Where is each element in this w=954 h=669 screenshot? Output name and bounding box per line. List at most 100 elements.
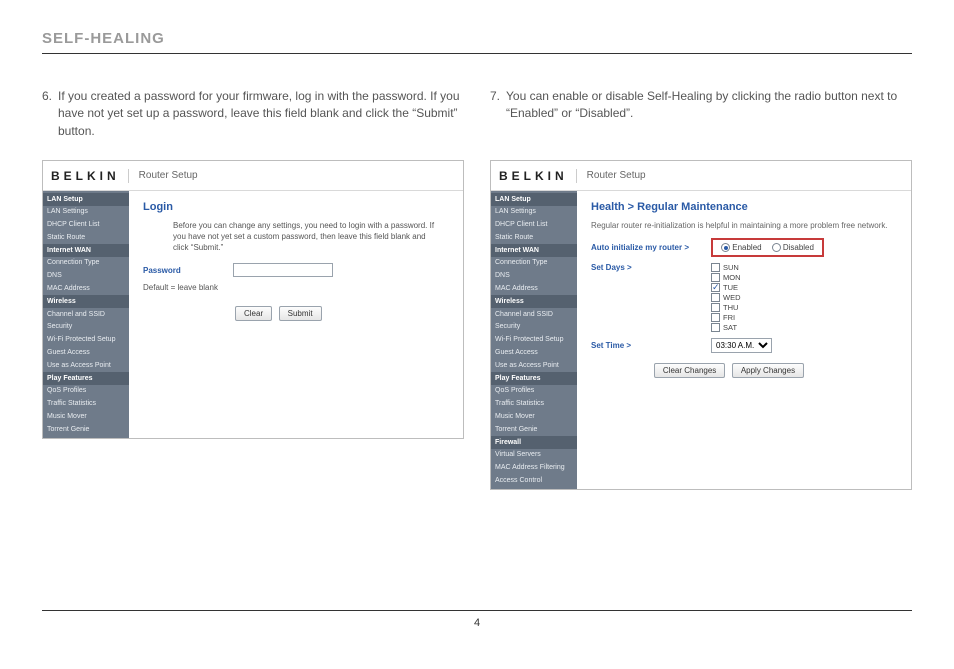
set-days-label: Set Days > [591, 263, 711, 272]
button-row: Clear Changes Apply Changes [591, 363, 897, 378]
sidebar-item[interactable]: DNS [43, 270, 129, 283]
sidebar-item[interactable]: Torrent Genie [43, 423, 129, 436]
sidebar-item[interactable]: Use as Access Point [491, 359, 577, 372]
sidebar-item[interactable]: Channel and SSID [491, 308, 577, 321]
disabled-label: Disabled [783, 243, 814, 252]
day-label: SAT [723, 323, 737, 332]
day-checkbox[interactable]: SAT [711, 323, 741, 332]
sidebar-header: LAN Setup [43, 193, 129, 206]
step-text: If you created a password for your firmw… [58, 88, 464, 142]
password-input[interactable] [233, 263, 333, 277]
step-number: 6. [42, 88, 58, 142]
column-right: 7. You can enable or disable Self-Healin… [490, 88, 912, 490]
radio-icon [772, 243, 781, 252]
sidebar-item[interactable]: Torrent Genie [491, 423, 577, 436]
sidebar-item[interactable]: DHCP Client List [43, 219, 129, 232]
clear-button[interactable]: Clear [235, 306, 272, 321]
time-select[interactable]: 03:30 A.M. [711, 338, 772, 353]
screenshot-self-healing: BELKIN Router Setup LAN SetupLAN Setting… [490, 160, 912, 490]
login-description: Before you can change any settings, you … [173, 221, 443, 253]
checkbox-icon [711, 273, 720, 282]
sidebar-item[interactable]: Music Mover [491, 411, 577, 424]
sidebar-header: Wireless [43, 295, 129, 308]
sidebar-item[interactable]: DHCP Client List [491, 219, 577, 232]
step-number: 7. [490, 88, 506, 142]
password-label: Password [143, 266, 233, 275]
day-checkbox[interactable]: FRI [711, 313, 741, 322]
sidebar-item[interactable]: DNS [491, 270, 577, 283]
sidebar-header: Firewall [491, 436, 577, 449]
checkbox-icon [711, 293, 720, 302]
clear-changes-button[interactable]: Clear Changes [654, 363, 725, 378]
sidebar: LAN SetupLAN SettingsDHCP Client ListSta… [43, 191, 129, 438]
sidebar-header: Internet WAN [43, 244, 129, 257]
checkbox-icon [711, 283, 720, 292]
day-label: WED [723, 293, 741, 302]
screenshot-header: BELKIN Router Setup [43, 161, 463, 191]
sidebar-item[interactable]: Static Route [491, 231, 577, 244]
router-setup-label: Router Setup [139, 170, 198, 181]
submit-button[interactable]: Submit [279, 306, 322, 321]
day-checkbox[interactable]: SUN [711, 263, 741, 272]
sidebar-item[interactable]: Guest Access [43, 347, 129, 360]
sidebar-item[interactable]: Channel and SSID [43, 308, 129, 321]
sidebar-item[interactable]: Traffic Statistics [43, 398, 129, 411]
sidebar-item[interactable]: LAN Settings [491, 206, 577, 219]
content-description: Regular router re-initialization is help… [591, 221, 897, 230]
sidebar-header: Internet WAN [491, 244, 577, 257]
sidebar-item[interactable]: MAC Address Filtering [491, 462, 577, 475]
checkbox-icon [711, 313, 720, 322]
screenshot-header: BELKIN Router Setup [491, 161, 911, 191]
sidebar-item[interactable]: QoS Profiles [43, 385, 129, 398]
sidebar-header: Play Features [491, 372, 577, 385]
sidebar-item[interactable]: Security [43, 321, 129, 334]
auto-init-label: Auto initialize my router > [591, 243, 711, 252]
sidebar-item[interactable]: Use as Access Point [43, 359, 129, 372]
sidebar-item[interactable]: MAC Address [43, 283, 129, 296]
brand-logo: BELKIN [499, 169, 577, 183]
sidebar-item[interactable]: Virtual Servers [491, 449, 577, 462]
enabled-option[interactable]: Enabled [721, 243, 762, 252]
sidebar-item[interactable]: Music Mover [43, 411, 129, 424]
screenshot-login: BELKIN Router Setup LAN SetupLAN Setting… [42, 160, 464, 439]
sidebar-item[interactable]: Connection Type [43, 257, 129, 270]
enabled-disabled-radiogroup: Enabled Disabled [711, 238, 824, 257]
column-left: 6. If you created a password for your fi… [42, 88, 464, 490]
apply-changes-button[interactable]: Apply Changes [732, 363, 804, 378]
sidebar-item[interactable]: MAC Address [491, 283, 577, 296]
day-checkbox[interactable]: WED [711, 293, 741, 302]
days-list: SUNMONTUEWEDTHUFRISAT [711, 263, 741, 332]
router-setup-label: Router Setup [587, 170, 646, 181]
sidebar-item[interactable]: Access Control [491, 475, 577, 488]
sidebar-item[interactable]: Guest Access [491, 347, 577, 360]
page-number: 4 [474, 617, 480, 629]
enabled-label: Enabled [732, 243, 761, 252]
step-text: You can enable or disable Self-Healing b… [506, 88, 912, 142]
sidebar-item[interactable]: Security [491, 321, 577, 334]
day-label: TUE [723, 283, 738, 292]
sidebar-item[interactable]: Static Route [43, 231, 129, 244]
auto-init-row: Auto initialize my router > Enabled Disa… [591, 238, 897, 257]
sidebar-item[interactable]: LAN Settings [43, 206, 129, 219]
checkbox-icon [711, 303, 720, 312]
sidebar-item[interactable]: Wi-Fi Protected Setup [491, 334, 577, 347]
button-row: Clear Submit [233, 306, 449, 321]
sidebar-item[interactable]: Connection Type [491, 257, 577, 270]
step-7: 7. You can enable or disable Self-Healin… [490, 88, 912, 142]
day-label: FRI [723, 313, 735, 322]
day-checkbox[interactable]: THU [711, 303, 741, 312]
sidebar-header: Wireless [491, 295, 577, 308]
checkbox-icon [711, 323, 720, 332]
content-title: Login [143, 201, 449, 213]
day-checkbox[interactable]: MON [711, 273, 741, 282]
sidebar-item[interactable]: Wi-Fi Protected Setup [43, 334, 129, 347]
password-row: Password [143, 263, 449, 277]
sidebar-item[interactable]: QoS Profiles [491, 385, 577, 398]
hint-row: Default = leave blank [143, 283, 449, 292]
day-label: MON [723, 273, 741, 282]
set-days-row: Set Days > SUNMONTUEWEDTHUFRISAT [591, 263, 897, 332]
disabled-option[interactable]: Disabled [772, 243, 814, 252]
sidebar-item[interactable]: Traffic Statistics [491, 398, 577, 411]
day-checkbox[interactable]: TUE [711, 283, 741, 292]
footer: 4 [42, 610, 912, 629]
